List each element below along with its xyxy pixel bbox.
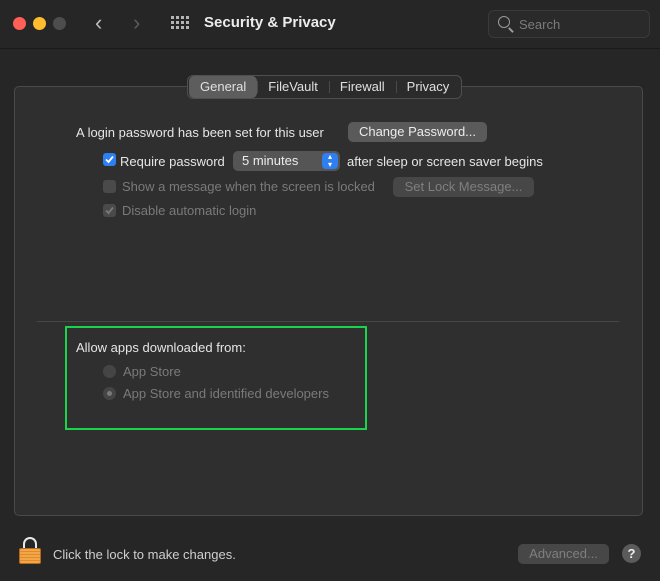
forward-button[interactable]: › <box>133 11 140 35</box>
updown-chevron-icon: ▴ ▾ <box>322 153 338 169</box>
disable-auto-login-checkbox[interactable] <box>103 204 116 217</box>
show-all-grid-icon[interactable] <box>171 16 189 30</box>
search-icon <box>498 16 510 28</box>
tab-privacy[interactable]: Privacy <box>395 76 461 98</box>
show-message-checkbox[interactable] <box>103 180 116 193</box>
tab-general[interactable]: General <box>189 76 258 98</box>
password-delay-select[interactable]: 5 minutes ▴ ▾ <box>233 151 340 171</box>
lock-text: Click the lock to make changes. <box>53 547 236 562</box>
require-password-checkbox[interactable] <box>103 153 116 166</box>
window-title: Security & Privacy <box>204 14 336 31</box>
allow-apps-heading: Allow apps downloaded from: <box>76 340 246 355</box>
window-titlebar: ‹ › Security & Privacy <box>0 0 660 49</box>
tab-firewall[interactable]: Firewall <box>328 76 396 98</box>
show-message-label: Show a message when the screen is locked <box>122 179 375 194</box>
advanced-button[interactable]: Advanced... <box>518 544 609 564</box>
password-delay-value: 5 minutes <box>242 153 299 168</box>
radio-app-store-identified[interactable] <box>103 387 116 400</box>
zoom-window-button[interactable] <box>53 17 66 30</box>
change-password-button[interactable]: Change Password... <box>348 122 487 142</box>
checkmark-icon <box>105 155 114 164</box>
back-button[interactable]: ‹ <box>95 11 102 35</box>
checkmark-icon <box>105 206 114 215</box>
search-field[interactable] <box>488 10 650 38</box>
close-window-button[interactable] <box>13 17 26 30</box>
disable-auto-login-label: Disable automatic login <box>122 203 257 218</box>
radio-app-store[interactable] <box>103 365 116 378</box>
set-lock-message-button[interactable]: Set Lock Message... <box>393 177 534 197</box>
section-divider <box>37 321 619 322</box>
chevron-left-icon: ‹ <box>95 10 103 35</box>
login-password-text: A login password has been set for this u… <box>76 125 324 140</box>
radio-app-store-identified-label: App Store and identified developers <box>123 386 329 401</box>
tab-bar: General FileVault Firewall Privacy <box>187 75 463 99</box>
require-password-label: Require password <box>120 154 225 169</box>
search-input[interactable] <box>519 15 639 33</box>
tab-filevault[interactable]: FileVault <box>257 76 329 98</box>
help-button[interactable]: ? <box>622 544 641 563</box>
after-sleep-text: after sleep or screen saver begins <box>347 154 543 169</box>
lock-button[interactable] <box>19 537 41 565</box>
chevron-right-icon: › <box>133 10 141 35</box>
minimize-window-button[interactable] <box>33 17 46 30</box>
radio-app-store-label: App Store <box>123 364 181 379</box>
